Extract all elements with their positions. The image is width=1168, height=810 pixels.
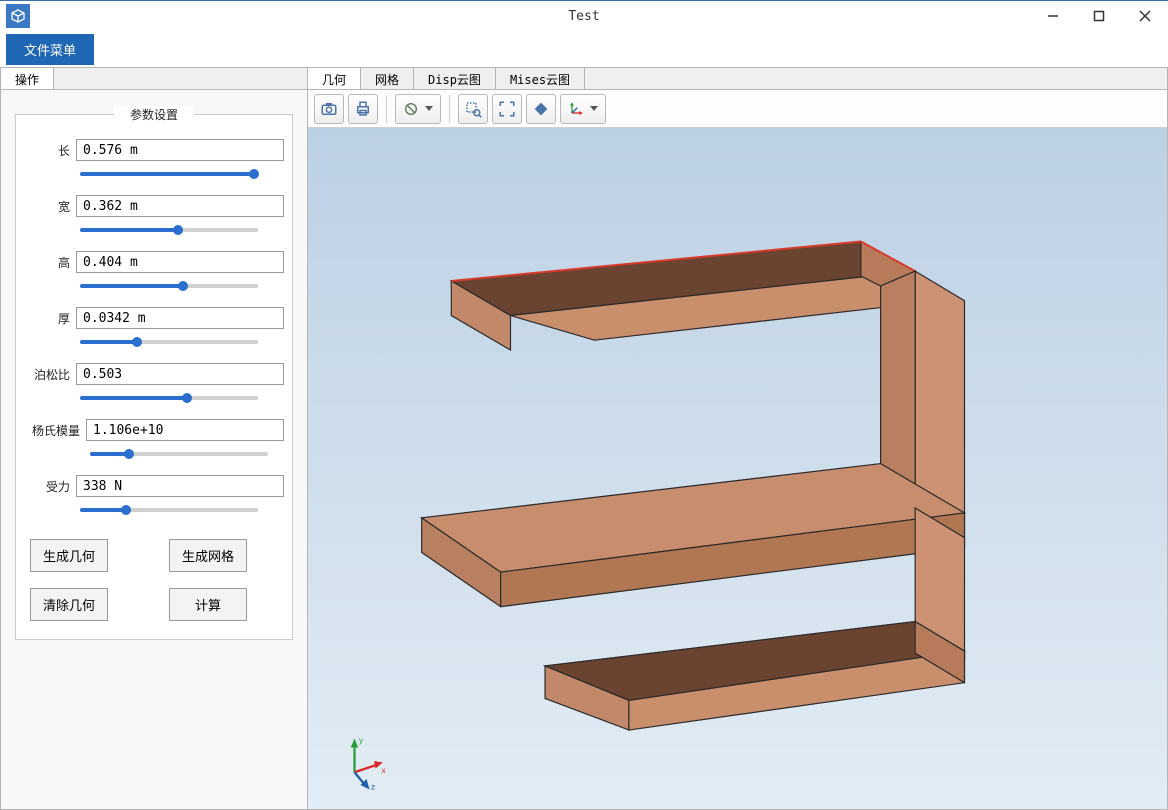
tab-disp[interactable]: Disp云图: [414, 68, 496, 89]
normal-view-button[interactable]: [526, 94, 556, 124]
svg-text:x: x: [382, 766, 387, 775]
chevron-down-icon: [425, 106, 433, 111]
input-height[interactable]: [76, 251, 284, 273]
compute-button[interactable]: 计算: [169, 588, 247, 621]
svg-text:z: z: [371, 783, 375, 792]
input-thickness[interactable]: [76, 307, 284, 329]
slider-height[interactable]: [80, 279, 258, 293]
label-thickness: 厚: [24, 310, 76, 327]
tab-operations[interactable]: 操作: [1, 68, 54, 89]
parameter-group: 参数设置 长 宽 高 厚 泊松比: [15, 114, 293, 640]
input-youngs[interactable]: [86, 419, 284, 441]
titlebar: Test: [0, 1, 1168, 31]
svg-text:y: y: [359, 736, 364, 745]
model-geometry: [308, 128, 1167, 809]
tab-mises[interactable]: Mises云图: [496, 68, 585, 89]
slider-width[interactable]: [80, 223, 258, 237]
right-panel: 几何 网格 Disp云图 Mises云图: [308, 67, 1168, 810]
print-button[interactable]: [348, 94, 378, 124]
label-height: 高: [24, 254, 76, 271]
clear-geometry-button[interactable]: 清除几何: [30, 588, 108, 621]
minimize-button[interactable]: [1030, 1, 1076, 31]
viewport-toolbar: [308, 90, 1167, 128]
label-width: 宽: [24, 198, 76, 215]
left-panel: 操作 参数设置 长 宽 高 厚: [0, 67, 308, 810]
tab-geometry[interactable]: 几何: [308, 68, 361, 89]
app-icon: [6, 4, 30, 28]
close-button[interactable]: [1122, 1, 1168, 31]
orientation-triad: y x z: [332, 731, 392, 791]
slider-youngs[interactable]: [90, 447, 268, 461]
slider-poisson[interactable]: [80, 391, 258, 405]
fit-view-button[interactable]: [492, 94, 522, 124]
zoom-window-button[interactable]: [458, 94, 488, 124]
window-controls: [1030, 1, 1168, 31]
label-length: 长: [24, 142, 76, 159]
axis-orientation-dropdown[interactable]: [560, 94, 606, 124]
3d-viewport[interactable]: y x z: [308, 128, 1167, 809]
toolbar-separator: [386, 95, 387, 123]
slider-force[interactable]: [80, 503, 258, 517]
input-force[interactable]: [76, 475, 284, 497]
chevron-down-icon: [590, 106, 598, 111]
input-poisson[interactable]: [76, 363, 284, 385]
generate-geometry-button[interactable]: 生成几何: [30, 539, 108, 572]
label-poisson: 泊松比: [24, 366, 76, 383]
left-tabstrip: 操作: [1, 68, 307, 90]
file-menu-button[interactable]: 文件菜单: [6, 34, 94, 65]
label-youngs: 杨氏模量: [24, 422, 86, 439]
slider-thickness[interactable]: [80, 335, 258, 349]
generate-mesh-button[interactable]: 生成网格: [169, 539, 247, 572]
parameter-legend: 参数设置: [114, 106, 194, 123]
window-title: Test: [568, 9, 599, 24]
input-length[interactable]: [76, 139, 284, 161]
screenshot-button[interactable]: [314, 94, 344, 124]
maximize-button[interactable]: [1076, 1, 1122, 31]
input-width[interactable]: [76, 195, 284, 217]
view-mode-dropdown[interactable]: [395, 94, 441, 124]
label-force: 受力: [24, 478, 76, 495]
menubar: 文件菜单: [0, 31, 1168, 67]
right-tabstrip: 几何 网格 Disp云图 Mises云图: [308, 68, 1167, 90]
tab-mesh[interactable]: 网格: [361, 68, 414, 89]
toolbar-separator: [449, 95, 450, 123]
slider-length[interactable]: [80, 167, 258, 181]
